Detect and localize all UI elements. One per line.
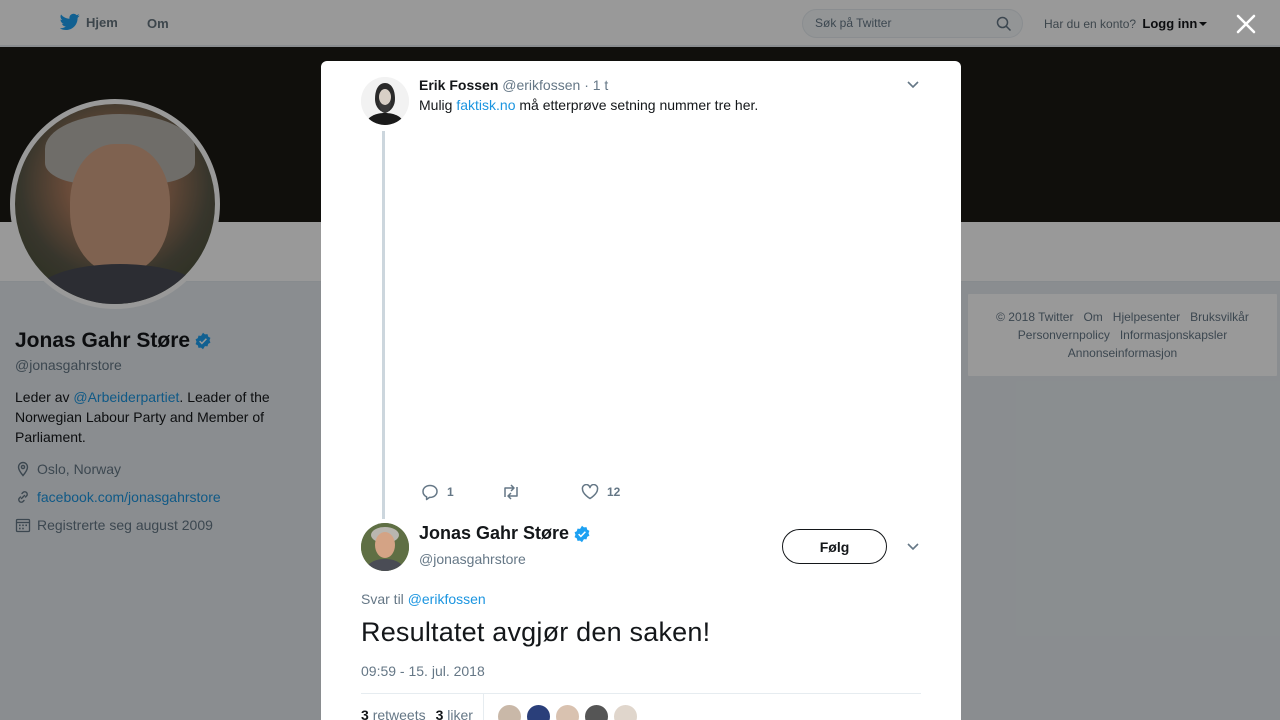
like-count: 12 [607, 485, 621, 499]
likes-count: 3 [435, 707, 444, 720]
tweet-modal: Erik Fossen @erikfossen · 1 t Mulig fakt… [321, 61, 961, 720]
parent-tweet-avatar[interactable] [361, 77, 409, 125]
retweets-label: retweets [372, 707, 426, 720]
reply-to-handle[interactable]: @erikfossen [408, 591, 486, 607]
parent-author-handle[interactable]: @erikfossen [502, 77, 580, 93]
reply-icon [422, 484, 438, 501]
heart-icon [581, 484, 599, 500]
parent-text-prefix: Mulig [419, 97, 457, 113]
reply-prefix: Svar til [361, 591, 408, 607]
main-author-name[interactable]: Jonas Gahr Støre [419, 523, 591, 544]
chevron-down-icon[interactable] [906, 542, 920, 552]
main-tweet-timestamp[interactable]: 09:59 - 15. jul. 2018 [361, 663, 485, 679]
follow-button[interactable]: Følg [782, 529, 887, 564]
parent-tweet-time[interactable]: · 1 t [584, 77, 608, 93]
bearded-man-avatar-icon [361, 77, 409, 125]
reply-button[interactable]: 1 [421, 483, 501, 501]
liker-avatar[interactable] [497, 704, 522, 720]
reply-count: 1 [447, 485, 454, 499]
stats-divider-top [361, 693, 921, 694]
main-author-handle[interactable]: @jonasgahrstore [419, 551, 526, 567]
parent-tweet-actions: 1 12 [421, 483, 620, 501]
likes-label: liker [447, 707, 473, 720]
main-tweet-text: Resultatet avgjør den saken! [361, 617, 711, 647]
liker-avatar[interactable] [584, 704, 609, 720]
parent-tweet-text: Mulig faktisk.no må etterprøve setning n… [419, 97, 758, 113]
likers-avatars [497, 704, 638, 720]
retweets-count: 3 [361, 707, 369, 720]
stats-divider-vertical [483, 694, 484, 720]
profile-photo-avatar-icon [361, 523, 409, 571]
retweets-stat[interactable]: 3 retweets [361, 707, 426, 720]
like-button[interactable]: 12 [581, 484, 620, 500]
retweet-button[interactable] [501, 484, 581, 500]
parent-author-name[interactable]: Erik Fossen [419, 77, 498, 93]
likes-stat[interactable]: 3 liker [436, 707, 473, 720]
main-tweet-avatar[interactable] [361, 523, 409, 571]
retweet-icon [504, 484, 518, 500]
liker-avatar[interactable] [613, 704, 638, 720]
thread-connector-line [382, 131, 385, 519]
parent-text-link[interactable]: faktisk.no [456, 97, 515, 113]
parent-text-suffix: må etterprøve setning nummer tre her. [515, 97, 759, 113]
reply-context: Svar til @erikfossen [361, 591, 486, 607]
liker-avatar[interactable] [555, 704, 580, 720]
liker-avatar[interactable] [526, 704, 551, 720]
main-author-name-text: Jonas Gahr Støre [419, 523, 570, 543]
close-icon[interactable] [1234, 12, 1258, 36]
chevron-down-icon[interactable] [906, 80, 920, 90]
parent-tweet-header: Erik Fossen @erikfossen · 1 t [419, 77, 608, 93]
tweet-stats: 3 retweets 3 liker [361, 707, 473, 720]
verified-badge-icon [574, 525, 590, 542]
